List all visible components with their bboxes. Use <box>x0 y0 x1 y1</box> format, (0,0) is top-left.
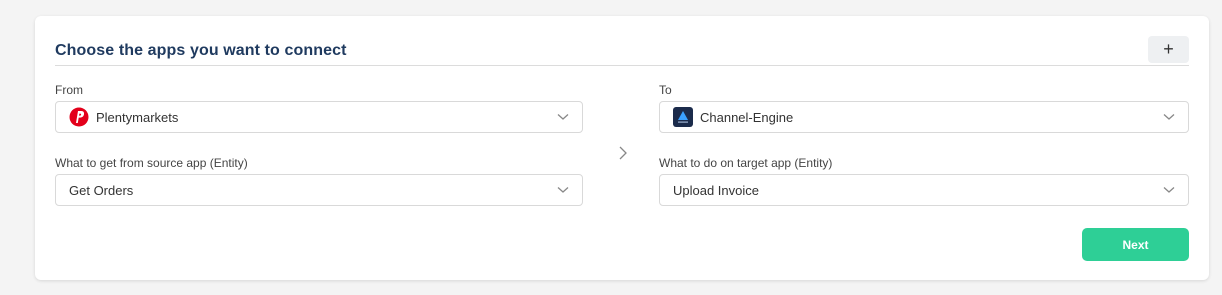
add-button[interactable]: + <box>1148 36 1189 63</box>
chevron-down-icon <box>1162 110 1176 124</box>
source-entity-value: Get Orders <box>69 182 134 198</box>
source-entity-select[interactable]: Get Orders <box>55 174 583 206</box>
connect-apps-card: Choose the apps you want to connect + Fr… <box>35 16 1209 280</box>
chevron-down-icon <box>556 110 570 124</box>
page-title: Choose the apps you want to connect <box>55 42 347 59</box>
source-app-select[interactable]: Plentymarkets <box>55 101 583 133</box>
chevron-down-icon <box>1162 183 1176 197</box>
source-entity-label: What to get from source app (Entity) <box>55 156 248 170</box>
target-entity-label: What to do on target app (Entity) <box>659 156 833 170</box>
to-label: To <box>659 83 672 97</box>
target-app-select[interactable]: Channel-Engine <box>659 101 1189 133</box>
next-button[interactable]: Next <box>1082 228 1189 261</box>
channel-engine-logo-icon <box>673 107 693 127</box>
from-label: From <box>55 83 83 97</box>
chevron-down-icon <box>556 183 570 197</box>
source-app-name: Plentymarkets <box>96 109 179 125</box>
target-entity-value: Upload Invoice <box>673 182 759 198</box>
target-entity-select[interactable]: Upload Invoice <box>659 174 1189 206</box>
chevron-right-icon <box>617 145 629 161</box>
target-app-name: Channel-Engine <box>700 109 794 125</box>
title-divider <box>55 65 1189 66</box>
plentymarkets-logo-icon <box>69 107 89 127</box>
